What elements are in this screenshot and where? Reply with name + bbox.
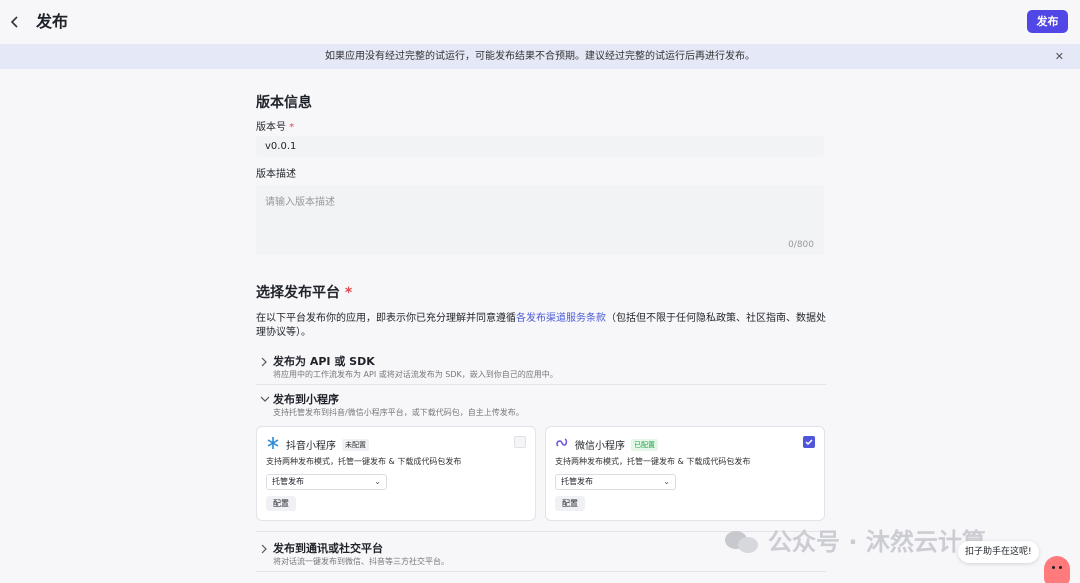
platform-heading: 选择发布平台 * <box>256 282 352 302</box>
version-input[interactable]: v0.0.1 <box>256 136 824 157</box>
chevron-down-icon <box>260 395 270 406</box>
divider <box>256 571 826 572</box>
assistant-bubble[interactable]: 扣子助手在这呢! <box>958 541 1039 563</box>
group-title: 发布到通讯或社交平台 <box>273 542 383 555</box>
desc-placeholder: 请输入版本描述 <box>265 197 335 208</box>
group-mini-program[interactable]: 发布到小程序 支持托管发布到抖音/微信小程序平台，或下载代码包，自主上传发布。 <box>256 391 826 421</box>
select-value: 托管发布 <box>272 477 304 486</box>
platform-heading-text: 选择发布平台 <box>256 285 340 301</box>
card-title: 微信小程序 <box>575 441 625 452</box>
douyin-checkbox[interactable] <box>514 436 526 448</box>
close-icon[interactable]: ✕ <box>1055 44 1064 69</box>
status-badge: 已配置 <box>631 439 658 451</box>
chevron-down-icon: ⌄ <box>374 477 381 486</box>
chevron-down-icon: ⌄ <box>663 477 670 486</box>
assistant-mascot-icon[interactable] <box>1044 556 1070 583</box>
version-label: 版本号 * <box>256 118 294 133</box>
group-title: 发布为 API 或 SDK <box>273 355 375 368</box>
wechat-miniprogram-icon <box>556 438 568 447</box>
wechat-checkbox[interactable] <box>803 436 815 448</box>
card-title: 抖音小程序 <box>286 441 336 452</box>
page-title: 发布 <box>36 12 69 31</box>
config-button[interactable]: 配置 <box>555 496 585 511</box>
terms-link[interactable]: 各发布渠道服务条款 <box>516 313 606 324</box>
card-douyin[interactable]: 抖音小程序 未配置 支持两种发布模式，托管一键发布 & 下载成代码包发布 托管发… <box>256 426 536 521</box>
group-subtitle: 支持托管发布到抖音/微信小程序平台，或下载代码包，自主上传发布。 <box>273 408 524 417</box>
divider <box>256 384 826 385</box>
group-title: 发布到小程序 <box>273 393 339 406</box>
douyin-icon <box>267 437 279 449</box>
card-wechat[interactable]: 微信小程序 已配置 支持两种发布模式，托管一键发布 & 下载成代码包发布 托管发… <box>545 426 825 521</box>
config-button[interactable]: 配置 <box>266 496 296 511</box>
publish-mode-select[interactable]: 托管发布 ⌄ <box>266 474 387 490</box>
publish-button[interactable]: 发布 <box>1027 10 1068 33</box>
watermark-text: 公众号 · 沐然云计算 <box>768 528 986 556</box>
status-badge: 未配置 <box>342 439 369 451</box>
card-description: 支持两种发布模式，托管一键发布 & 下载成代码包发布 <box>555 457 751 466</box>
chevron-right-icon <box>260 357 268 370</box>
mascot-eye <box>1052 566 1055 569</box>
warning-banner: 如果应用没有经过完整的试运行，可能发布结果不合预期。建议经过完整的试运行后再进行… <box>0 44 1080 69</box>
version-label-text: 版本号 <box>256 122 286 133</box>
required-mark: * <box>289 122 295 133</box>
wechat-logo-icon <box>725 531 758 553</box>
platform-desc-prefix: 在以下平台发布你的应用，即表示你已充分理解并同意遵循 <box>256 313 516 324</box>
group-subtitle: 将应用中的工作流发布为 API 或将对话流发布为 SDK，嵌入到你自己的应用中。 <box>273 370 558 379</box>
select-value: 托管发布 <box>561 477 593 486</box>
char-counter: 0/800 <box>788 240 814 250</box>
group-subtitle: 将对话流一键发布到微信、抖音等三方社交平台。 <box>273 557 449 566</box>
group-api-sdk[interactable]: 发布为 API 或 SDK 将应用中的工作流发布为 API 或将对话流发布为 S… <box>256 353 826 385</box>
banner-text: 如果应用没有经过完整的试运行，可能发布结果不合预期。建议经过完整的试运行后再进行… <box>325 51 755 62</box>
chevron-right-icon <box>260 544 268 557</box>
back-button[interactable] <box>10 12 26 32</box>
card-description: 支持两种发布模式，托管一键发布 & 下载成代码包发布 <box>266 457 462 466</box>
check-icon <box>805 439 813 446</box>
platform-description: 在以下平台发布你的应用，即表示你已充分理解并同意遵循各发布渠道服务条款（包括但不… <box>256 312 826 340</box>
chevron-left-icon <box>10 16 18 28</box>
version-desc-textarea[interactable]: 请输入版本描述 0/800 <box>256 185 824 255</box>
version-desc-label: 版本描述 <box>256 169 296 180</box>
publish-mode-select[interactable]: 托管发布 ⌄ <box>555 474 676 490</box>
version-info-heading: 版本信息 <box>256 95 312 111</box>
top-bar: 发布 发布 <box>0 0 1080 44</box>
required-mark: * <box>344 285 353 301</box>
mascot-eye <box>1059 566 1062 569</box>
